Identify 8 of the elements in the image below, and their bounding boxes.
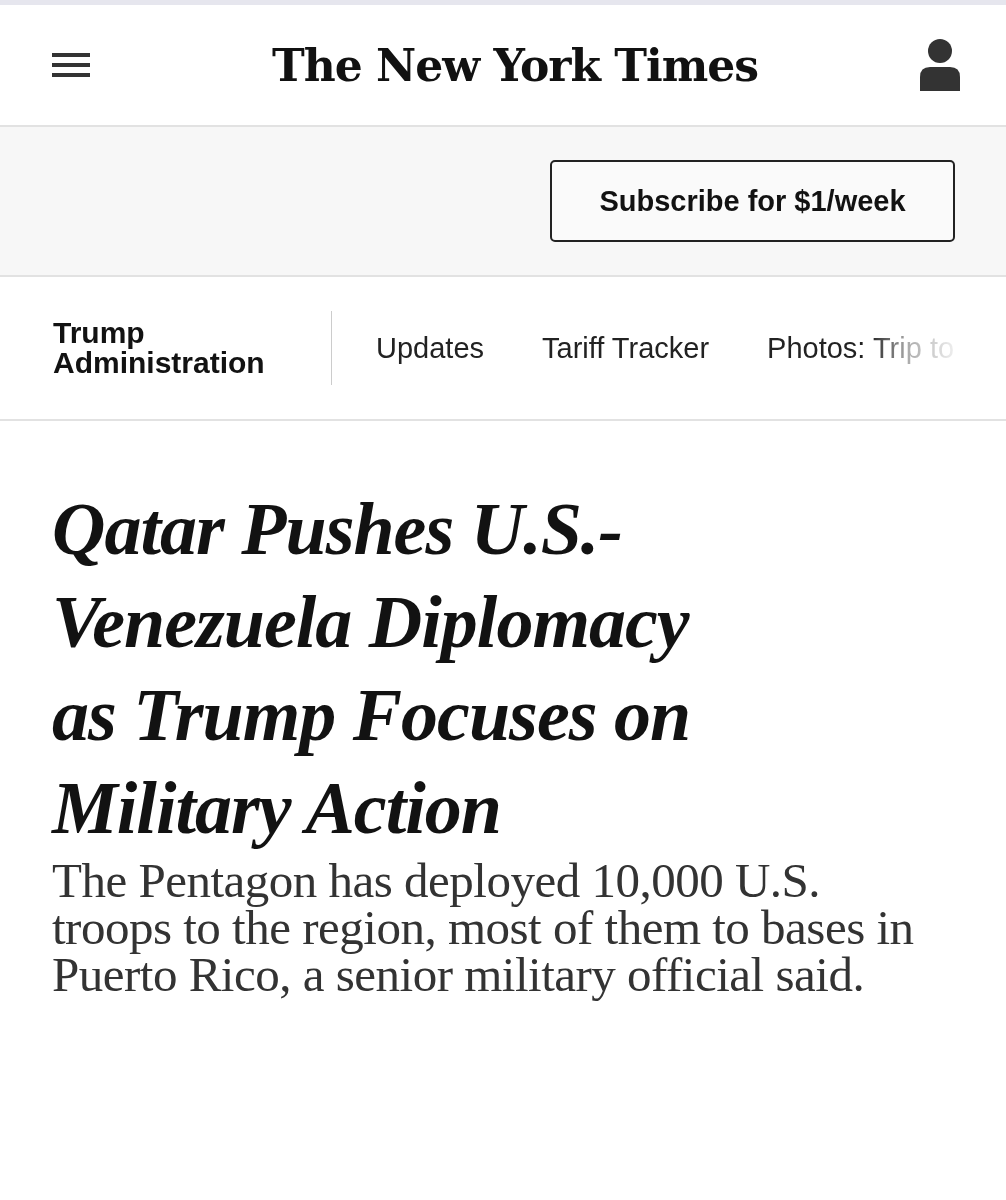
section-link[interactable]: Tariff Tracker	[542, 331, 710, 365]
article-headline: Qatar Pushes U.S.-Venezuela Diplomacy as Trump Focuses on Military Action	[52, 487, 692, 851]
section-title[interactable]: Trump Administration	[53, 318, 331, 378]
site-logo[interactable]: The New York Times	[271, 39, 759, 91]
account-icon[interactable]	[920, 39, 960, 91]
section-link[interactable]: Updates	[376, 331, 484, 365]
menu-icon[interactable]	[52, 52, 90, 78]
subscribe-button[interactable]: Subscribe for $1/week	[550, 160, 955, 242]
